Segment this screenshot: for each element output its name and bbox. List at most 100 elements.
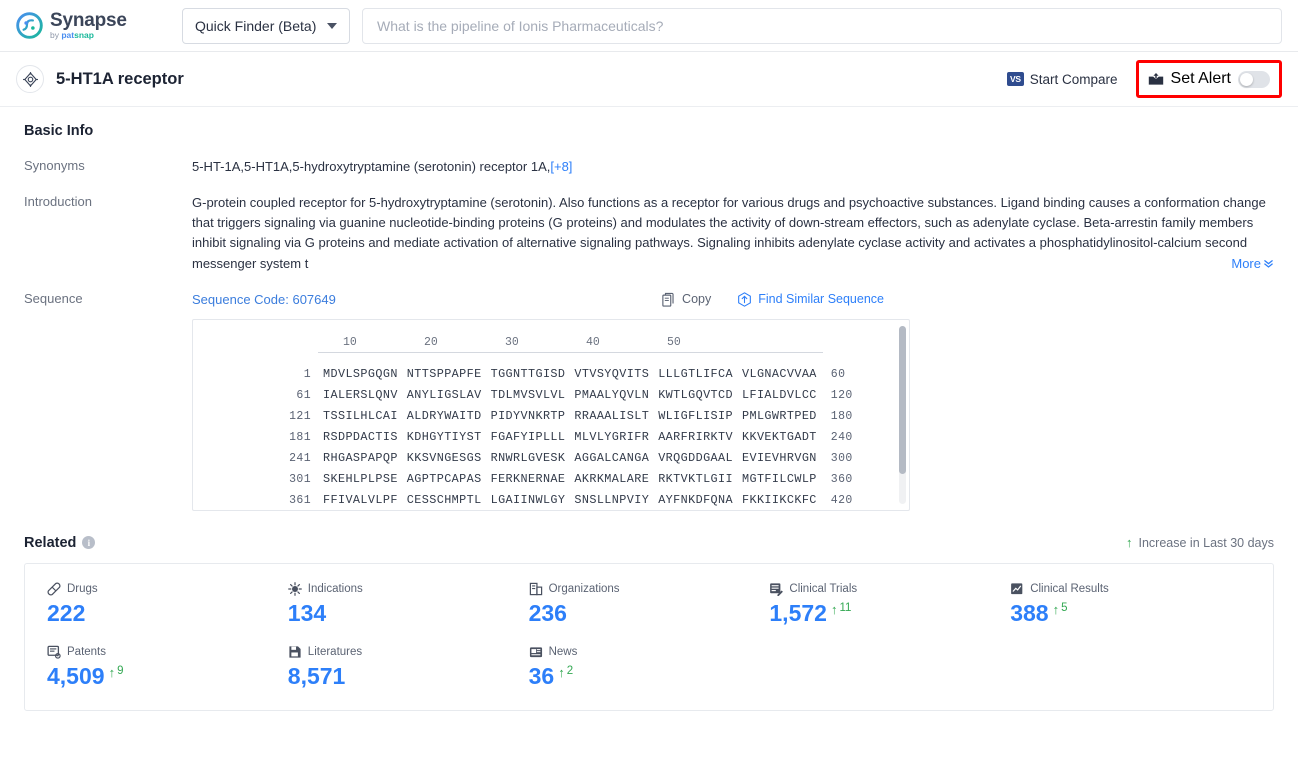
news-icon	[529, 647, 542, 657]
stat-number: 8,571	[287, 662, 346, 689]
entity-header: 5-HT1A receptor VS Start Compare Set Ale…	[0, 52, 1298, 107]
sequence-chunk: IALERSLQNV	[323, 387, 398, 402]
synapse-logo-icon	[16, 12, 43, 39]
find-similar-sequence-button[interactable]: Find Similar Sequence	[737, 290, 884, 309]
brand-logo[interactable]: Synapse by patsnap	[16, 11, 156, 40]
stat-drugs[interactable]: Drugs 222	[47, 582, 288, 627]
stat-number: 388	[1010, 599, 1049, 626]
target-icon	[16, 65, 44, 93]
sequence-row: 121 TSSILHLCAI ALDRYWAITD PIDYVNKRTP RRAAALI…	[193, 406, 909, 427]
sequence-header: Sequence Code: 607649 Copy Find Similar …	[192, 290, 1274, 310]
sequence-chunk: ANYLIGSLAV	[406, 387, 482, 402]
sequence-chunk: WLIGFLISIP	[658, 408, 733, 423]
sequence-start-index: 181	[289, 430, 311, 444]
sequence-start-index: 1	[303, 367, 311, 381]
sequence-scrollbar-thumb[interactable]	[899, 325, 906, 474]
stat-literatures[interactable]: Literatures 8,571	[288, 645, 529, 690]
sequence-chunks: MDVLSPGQGN NTTSPPAPFE TGGNTTGISD VTVSYQVITS…	[323, 364, 817, 384]
sequence-row: 361 FFIVALVLPF CESSCHMPTL LGAIINWLGY SNSLLNP…	[193, 490, 909, 510]
stat-patents[interactable]: Patents 4,509 ↑ 9	[47, 645, 288, 690]
patent-icon	[47, 645, 61, 659]
stat-value[interactable]: 236	[529, 600, 770, 627]
alert-mail-icon	[1148, 73, 1163, 85]
sequence-chunk: FGAFYIPLLL	[490, 429, 566, 444]
sequence-chunk: FERKNERNAE	[490, 471, 566, 486]
stat-value[interactable]: 134	[288, 600, 529, 627]
sequence-chunk: VRQGDDGAAL	[658, 450, 733, 465]
sequence-chunk: TGGNTTGISD	[490, 366, 566, 381]
quick-finder-dropdown[interactable]: Quick Finder (Beta)	[182, 7, 350, 44]
copy-sequence-button[interactable]: Copy	[662, 290, 711, 309]
start-compare-label: Start Compare	[1029, 71, 1118, 87]
stat-value[interactable]: 36 ↑ 2	[529, 663, 770, 690]
sequence-chunk: ALDRYWAITD	[406, 408, 482, 423]
introduction-more-button[interactable]: More	[1229, 253, 1274, 274]
sequence-chunk: SNSLLNPVIY	[574, 492, 650, 507]
stat-value[interactable]: 388 ↑ 5	[1010, 600, 1251, 627]
sequence-inner: 10 20 30 40 50 1 MDVLSPGQGN NTTSPPAPFE TGGN…	[193, 320, 909, 510]
sequence-value-wrap: Sequence Code: 607649 Copy Find Similar …	[192, 290, 1274, 511]
stat-label: Patents	[47, 645, 288, 659]
sequence-chunks: RHGASPAPQP KKSVNGESGS RNWRLGVESK AGGALCANGA…	[323, 448, 817, 468]
stat-clinical-results[interactable]: Clinical Results 388 ↑ 5	[1010, 582, 1251, 627]
sequence-chunk: NTTSPPAPFE	[406, 366, 482, 381]
sequence-chunk: FFIVALVLPF	[323, 492, 398, 507]
up-arrow-icon: ↑	[558, 664, 565, 680]
sequence-chunk: LGAIINWLGY	[490, 492, 566, 507]
quick-finder-label: Quick Finder (Beta)	[195, 17, 317, 34]
increase-note-label: Increase in Last 30 days	[1138, 535, 1275, 550]
copy-label: Copy	[682, 292, 712, 307]
ruler-tick: 10	[343, 335, 357, 349]
info-icon[interactable]: i	[82, 536, 96, 550]
sequence-end-index: 60	[830, 367, 846, 381]
stat-news[interactable]: News 36 ↑ 2	[529, 645, 770, 690]
sequence-chunk: RSDPDACTIS	[323, 429, 398, 444]
set-alert-control[interactable]: Set Alert	[1135, 60, 1282, 98]
stat-value[interactable]: 4,509 ↑ 9	[47, 663, 288, 690]
sequence-chunk: LLLGTLIFCA	[658, 366, 733, 381]
synonyms-value: 5-HT-1A,5-HT1A,5-hydroxytryptamine (sero…	[192, 159, 551, 174]
stat-delta: ↑ 5	[1053, 602, 1068, 616]
sequence-row: 181 RSDPDACTIS KDHGYTIYST FGAFYIPLLL MLVLYGR…	[193, 427, 909, 448]
sequence-start-index: 361	[289, 493, 311, 507]
sequence-viewer[interactable]: 10 20 30 40 50 1 MDVLSPGQGN NTTSPPAPFE TGGN…	[192, 318, 910, 511]
stat-clinical-trials[interactable]: Clinical Trials 1,572 ↑ 11	[769, 582, 1010, 627]
sequence-chunk: LFIALDVLCC	[741, 387, 817, 402]
stat-delta-value: 2	[566, 664, 574, 677]
ruler-tick: 30	[505, 335, 519, 349]
sequence-row: 61 IALERSLQNV ANYLIGSLAV TDLMVSVLVL PMAALYQV…	[193, 385, 909, 406]
sequence-chunk: RNWRLGVESK	[490, 450, 566, 465]
sequence-chunks: RSDPDACTIS KDHGYTIYST FGAFYIPLLL MLVLYGRIFR…	[323, 427, 817, 447]
sequence-chunk: RHGASPAPQP	[323, 450, 398, 465]
synonyms-more-link[interactable]: [+8]	[550, 159, 572, 174]
stat-organizations[interactable]: Organizations 236	[529, 582, 770, 627]
stat-value[interactable]: 8,571	[288, 663, 529, 690]
clinical-trial-icon	[770, 583, 784, 596]
sequence-row: 301 SKEHLPLPSE AGPTPCAPAS FERKNERNAE AKRKMAL…	[193, 469, 909, 490]
start-compare-button[interactable]: VS Start Compare	[1006, 71, 1118, 87]
stat-value[interactable]: 222	[47, 600, 288, 627]
stat-indications[interactable]: Indications 134	[288, 581, 529, 627]
search-bar[interactable]	[362, 7, 1282, 44]
set-alert-toggle[interactable]	[1238, 70, 1270, 88]
chevron-double-down-icon	[1264, 259, 1273, 268]
stat-label-text: Clinical Trials	[789, 582, 858, 595]
stat-label-text: Organizations	[548, 582, 620, 595]
stat-value[interactable]: 1,572 ↑ 11	[769, 600, 1010, 627]
search-input[interactable]	[375, 16, 1269, 35]
find-similar-label: Find Similar Sequence	[758, 292, 884, 307]
sequence-chunks: FFIVALVLPF CESSCHMPTL LGAIINWLGY SNSLLNPVIY…	[323, 490, 817, 510]
introduction-label: Introduction	[24, 194, 92, 210]
stat-label: Drugs	[47, 582, 288, 596]
sequence-chunk: AYFNKDFQNA	[658, 492, 733, 507]
stat-number: 222	[47, 599, 86, 626]
sequence-chunk: MGTFILCWLP	[741, 471, 817, 486]
sequence-chunk: EVIEVHRVGN	[741, 450, 817, 465]
stat-delta-value: 11	[839, 601, 852, 614]
up-arrow-icon: ↑	[830, 601, 838, 617]
sequence-chunk: VTVSYQVITS	[574, 366, 650, 381]
sequence-chunk: FKKIIKCKFC	[741, 492, 817, 507]
sequence-row: 241 RHGASPAPQP KKSVNGESGS RNWRLGVESK AGGALCA…	[193, 448, 909, 469]
sequence-code-link[interactable]: Sequence Code: 607649	[192, 290, 336, 310]
clinical-result-icon	[1011, 583, 1023, 594]
